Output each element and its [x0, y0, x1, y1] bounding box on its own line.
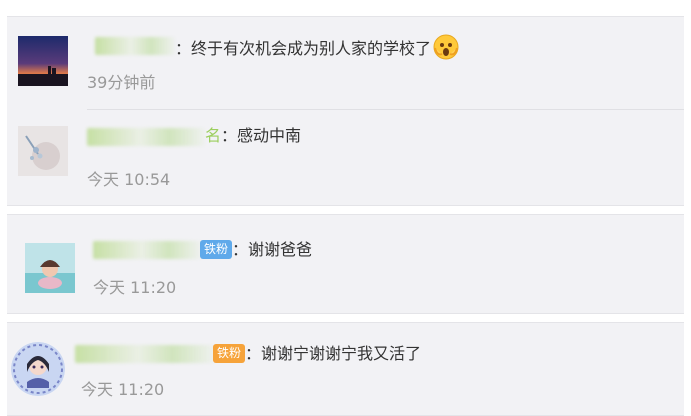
- comment-text-line: 铁粉 ：谢谢宁谢谢宁我又活了: [213, 343, 421, 365]
- shocked-face-emoji-icon: [433, 34, 459, 60]
- username-suffix[interactable]: 名: [205, 126, 221, 145]
- comment-text: 感动中南: [237, 126, 302, 145]
- comment-text: 终于有次机会成为别人家的学校了: [191, 39, 432, 58]
- separator: ：: [232, 240, 249, 259]
- fan-badge[interactable]: 铁粉: [200, 240, 233, 259]
- comment-text-line: ：终于有次机会成为别人家的学校了: [175, 34, 459, 60]
- username-blurred[interactable]: [93, 241, 201, 259]
- comment-item: 名：感动中南 今天 10:54: [7, 110, 684, 204]
- fan-badge[interactable]: 铁粉: [213, 344, 246, 363]
- comment-card-3: 铁粉 ：谢谢宁谢谢宁我又活了 今天 11:20: [7, 322, 684, 416]
- timestamp: 今天 11:20: [93, 278, 177, 297]
- timestamp: 今天 11:20: [81, 380, 165, 399]
- separator: ：: [245, 344, 262, 363]
- separator: ：: [221, 126, 238, 145]
- comment-text: 谢谢宁谢谢宁我又活了: [261, 344, 422, 363]
- comment-card-1: ：终于有次机会成为别人家的学校了 39分钟前 名：感动中南 今天 10:54: [7, 16, 684, 206]
- avatar[interactable]: [25, 243, 75, 293]
- username-blurred[interactable]: [87, 128, 205, 146]
- avatar[interactable]: [11, 342, 65, 396]
- separator: ：: [175, 39, 192, 58]
- avatar[interactable]: [18, 126, 68, 176]
- comment-text-line: 名：感动中南: [205, 125, 301, 147]
- comment-item: ：终于有次机会成为别人家的学校了 39分钟前: [7, 17, 684, 109]
- comment-text: 谢谢爸爸: [248, 240, 313, 259]
- timestamp: 39分钟前: [87, 73, 156, 92]
- username-blurred[interactable]: [75, 345, 215, 363]
- username-blurred[interactable]: [95, 37, 175, 55]
- comment-card-2: 铁粉 ：谢谢爸爸 今天 11:20: [7, 214, 684, 314]
- avatar[interactable]: [18, 36, 68, 86]
- timestamp: 今天 10:54: [87, 170, 171, 189]
- comment-text-line: 铁粉 ：谢谢爸爸: [200, 239, 312, 261]
